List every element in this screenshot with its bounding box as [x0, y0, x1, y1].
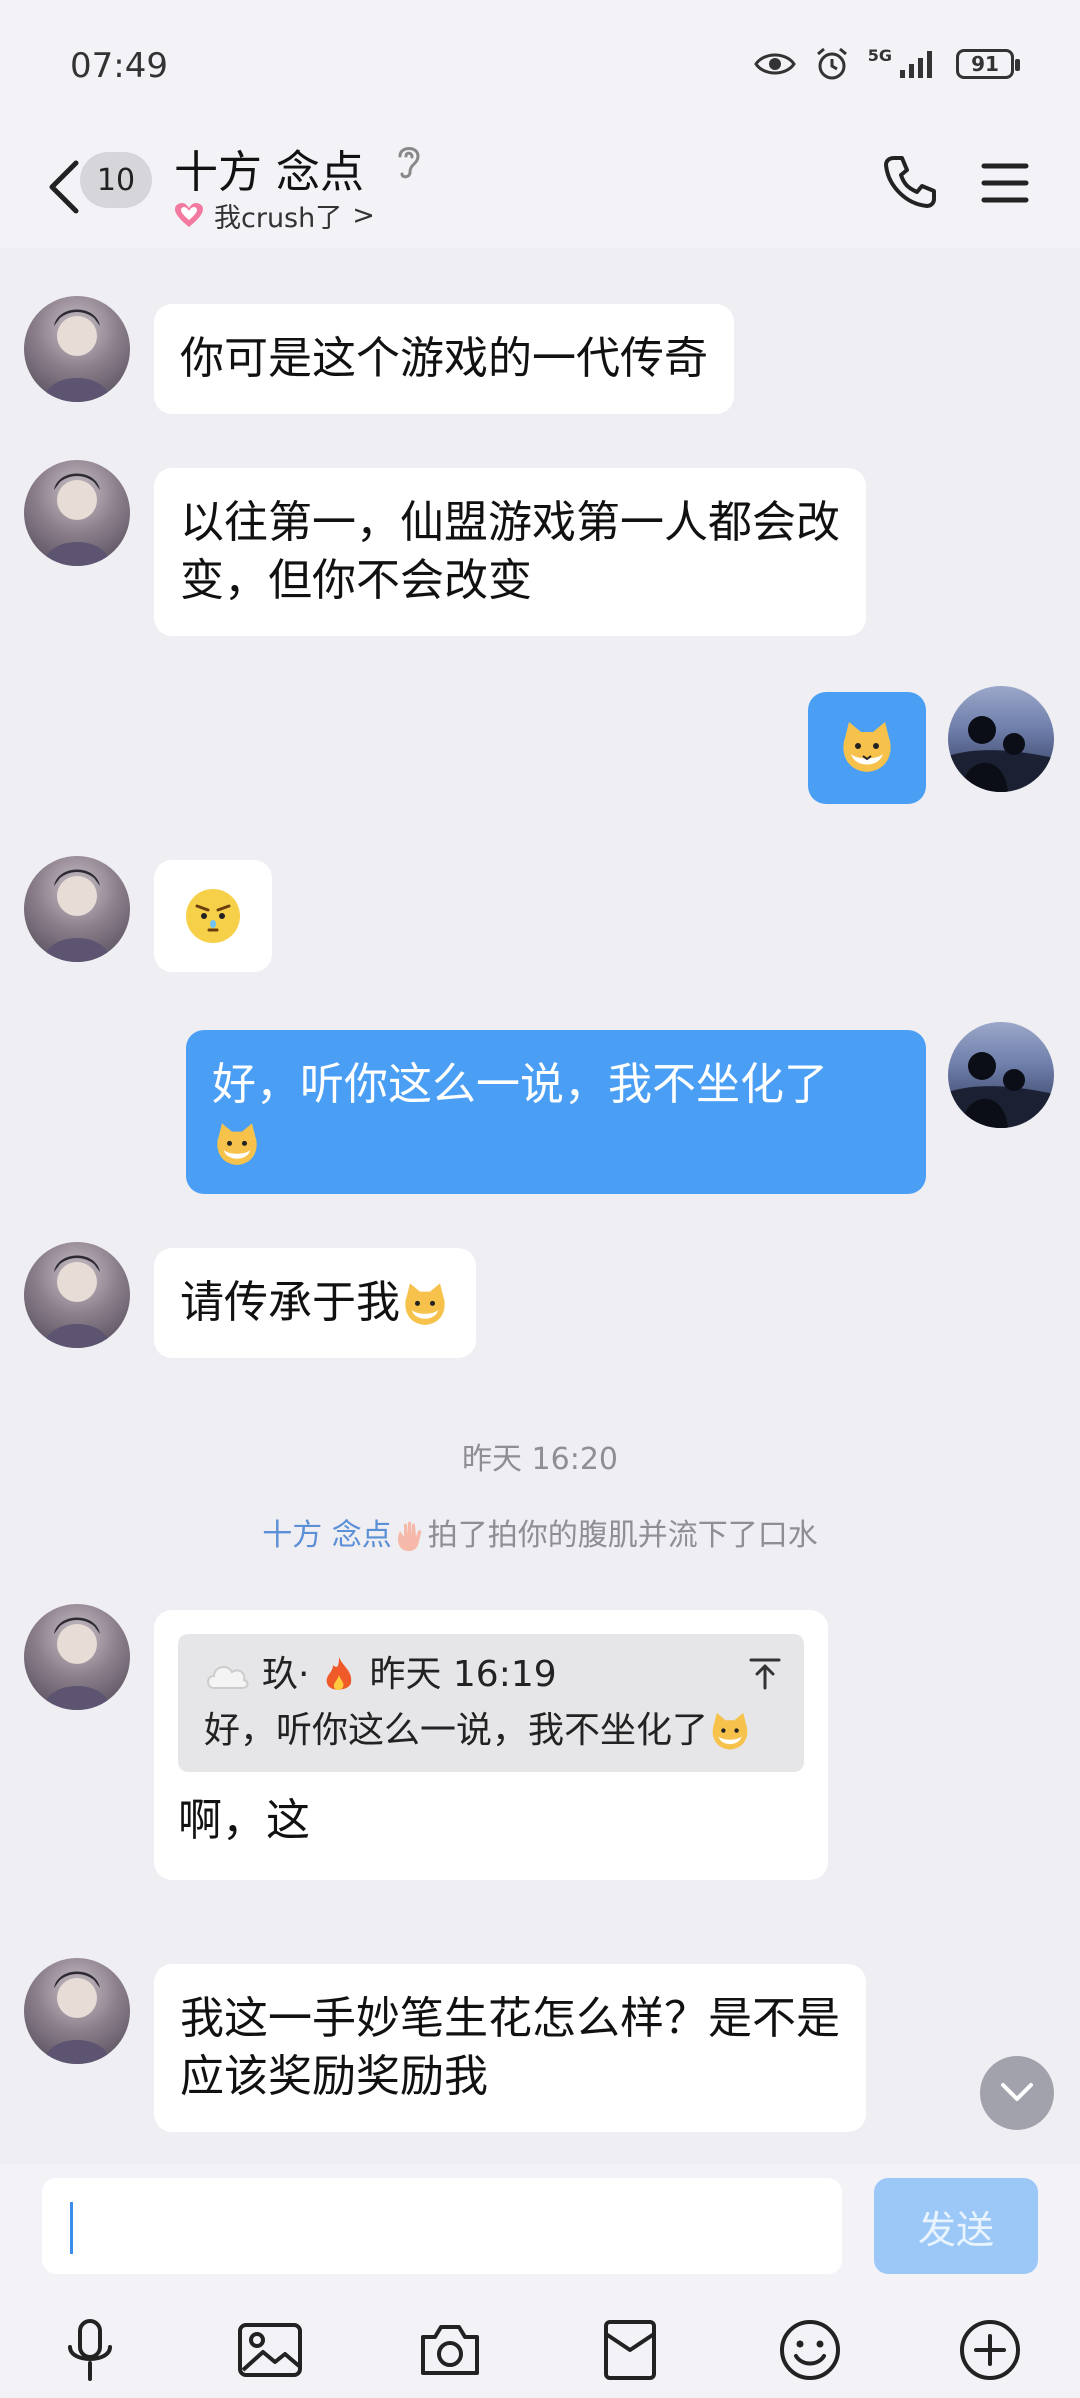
peer-avatar[interactable]	[24, 460, 130, 566]
peer-avatar[interactable]	[24, 1604, 130, 1710]
emoji-button[interactable]	[774, 2314, 846, 2386]
nudge-action: 拍了拍你的腹肌并流下了口水	[427, 1518, 818, 1553]
quote-header: 玖· 昨天 16:19	[204, 1652, 778, 1698]
quote-time: 昨天 16:19	[369, 1654, 557, 1695]
image-button[interactable]	[234, 2314, 306, 2386]
waving-hand-icon	[397, 1521, 422, 1551]
nudge-system-message: 十方 念点 拍了拍你的腹肌并流下了口水	[0, 1510, 1080, 1555]
message-bubble[interactable]: 以往第一，仙盟游戏第一人都会改 变，但你不会改变	[154, 468, 866, 636]
cat-sticker-icon	[712, 1712, 748, 1750]
person-icon	[44, 1971, 110, 2064]
image-icon	[238, 2323, 302, 2377]
self-avatar[interactable]	[948, 1022, 1054, 1128]
message-input[interactable]	[42, 2178, 842, 2274]
message-bubble[interactable]: 我这一手妙笔生花怎么样？是不是 应该奖励奖励我	[154, 1964, 866, 2132]
nudge-actor[interactable]: 十方 念点	[262, 1518, 392, 1553]
call-button[interactable]	[880, 152, 940, 212]
self-avatar[interactable]	[948, 686, 1054, 792]
silhouette-icon	[948, 716, 1054, 792]
reply-text: 啊，这	[178, 1795, 310, 1846]
silhouette-icon	[948, 1052, 1054, 1128]
camera-button[interactable]	[414, 2314, 486, 2386]
battery-indicator: 91	[956, 49, 1020, 79]
annoyed-face-icon	[186, 889, 240, 943]
input-area: 发送	[0, 2164, 1080, 2398]
phone-icon	[884, 156, 936, 208]
microphone-icon	[68, 2319, 112, 2381]
message-line: 以往第一，仙盟游戏第一人都会改	[180, 497, 840, 548]
status-icons: 5G 91	[753, 46, 1020, 82]
more-button[interactable]	[954, 2314, 1026, 2386]
person-icon	[44, 309, 110, 402]
message-line: 变，但你不会改变	[180, 555, 532, 606]
quote-text: 好，听你这么一说，我不坐化了	[204, 1710, 709, 1751]
message-bubble[interactable]: 好，听你这么一说，我不坐化了	[186, 1030, 926, 1194]
input-toolbar	[0, 2314, 1080, 2394]
plus-circle-icon	[960, 2320, 1020, 2380]
cloud-icon	[207, 1666, 249, 1689]
menu-icon	[981, 163, 1029, 203]
timestamp: 昨天 16:20	[462, 1442, 618, 1477]
message-text: 好，听你这么一说，我不坐化了	[212, 1059, 828, 1110]
fire-icon	[327, 1657, 352, 1690]
quote-body: 好，听你这么一说，我不坐化了	[204, 1708, 778, 1754]
person-icon	[44, 1617, 110, 1710]
relationship-tag[interactable]: 我crush了 >	[174, 196, 375, 235]
signal-icon	[900, 51, 932, 78]
message-line: 我这一手妙笔生花怎么样？是不是	[180, 1993, 840, 2044]
red-packet-button[interactable]	[594, 2314, 666, 2386]
jump-to-original-icon[interactable]	[748, 1656, 782, 1690]
reply-bubble[interactable]: 玖· 昨天 16:19 好，听你这么一说，我不坐化了 啊，这	[154, 1610, 828, 1880]
status-bar: 07:49 5G 91	[0, 0, 1080, 130]
message-bubble[interactable]: 请传承于我	[154, 1248, 476, 1358]
peer-avatar[interactable]	[24, 1242, 130, 1348]
eye-icon	[753, 53, 796, 75]
message-line: 应该奖励奖励我	[180, 2051, 488, 2102]
person-icon	[44, 1255, 110, 1348]
emoji-icon	[780, 2320, 840, 2380]
status-time: 07:49	[70, 46, 168, 86]
network-label: 5G	[867, 46, 892, 65]
chevron-left-icon	[49, 160, 79, 214]
chevron-right-icon: >	[352, 200, 375, 231]
battery-level: 91	[971, 52, 999, 76]
red-packet-icon	[604, 2320, 656, 2380]
camera-icon	[421, 2325, 479, 2375]
chat-header: 10 十方 念点 我crush了 >	[0, 130, 1080, 248]
unread-count-badge[interactable]: 10	[80, 152, 152, 208]
sticker-bubble[interactable]	[154, 860, 272, 972]
person-icon	[44, 473, 110, 566]
message-bubble[interactable]: 你可是这个游戏的一代传奇	[154, 304, 734, 414]
quoted-message[interactable]: 玖· 昨天 16:19 好，听你这么一说，我不坐化了	[178, 1634, 804, 1772]
cat-sticker-icon	[843, 722, 891, 772]
alarm-icon	[816, 47, 847, 80]
ear-icon[interactable]	[394, 142, 424, 182]
voice-button[interactable]	[54, 2314, 126, 2386]
peer-avatar[interactable]	[24, 296, 130, 402]
send-button[interactable]: 发送	[874, 2178, 1038, 2274]
cat-sticker-icon	[217, 1123, 257, 1165]
menu-button[interactable]	[978, 156, 1032, 210]
chevron-down-icon	[1001, 2083, 1033, 2101]
relationship-tag-label: 我crush了	[214, 203, 343, 234]
message-text: 请传承于我	[180, 1277, 400, 1328]
chat-title[interactable]: 十方 念点	[174, 136, 364, 200]
heart-icon	[175, 202, 203, 227]
quote-author: 玖·	[262, 1654, 310, 1695]
peer-avatar[interactable]	[24, 856, 130, 962]
text-caret	[70, 2202, 73, 2254]
person-icon	[44, 869, 110, 962]
sticker-bubble[interactable]	[808, 692, 926, 804]
cat-sticker-icon	[405, 1283, 445, 1325]
scroll-to-bottom-button[interactable]	[980, 2056, 1054, 2130]
peer-avatar[interactable]	[24, 1958, 130, 2064]
